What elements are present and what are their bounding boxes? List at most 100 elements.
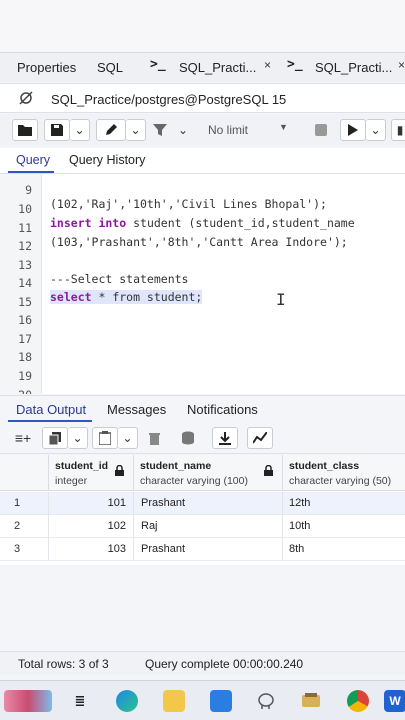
- file-explorer-icon[interactable]: [163, 690, 185, 712]
- word-icon[interactable]: W: [384, 690, 405, 712]
- cell-separator: [282, 538, 283, 561]
- code-line: 18: [0, 336, 405, 364]
- code-line: 9 (102,'Raj','10th','Civil Lines Bhopal'…: [0, 174, 405, 211]
- execute-button[interactable]: [340, 119, 366, 141]
- task-view-icon[interactable]: ≣: [69, 690, 91, 712]
- code-line: 20: [0, 374, 405, 394]
- column-header[interactable]: student_id: [55, 460, 108, 472]
- total-rows: Total rows: 3 of 3: [18, 657, 109, 671]
- store-icon[interactable]: [210, 690, 232, 712]
- code-line: 13 ---Select statements: [0, 244, 405, 286]
- tab-properties[interactable]: Properties: [17, 60, 76, 75]
- code-line: 17: [0, 318, 405, 346]
- close-icon[interactable]: ×: [264, 58, 271, 72]
- pgadmin-window: Properties SQL >_ SQL_Practi... × >_ SQL…: [0, 0, 405, 720]
- tab-query-1[interactable]: SQL_Practi...: [179, 60, 256, 75]
- chevron-down-icon: ⌄: [130, 123, 141, 137]
- tab-data-output[interactable]: Data Output: [16, 402, 86, 417]
- copy-icon: [49, 431, 61, 445]
- connection-label[interactable]: SQL_Practice/postgres@PostgreSQL 15: [51, 92, 286, 107]
- tab-sql[interactable]: SQL: [97, 60, 123, 75]
- grid-header: student_id integer student_name characte…: [0, 455, 405, 491]
- query-status: Query complete 00:00:00.240: [145, 657, 304, 671]
- close-icon[interactable]: ×: [398, 58, 405, 72]
- row-index: 2: [14, 520, 21, 532]
- tab-query-history[interactable]: Query History: [69, 153, 145, 167]
- code-line: 11 (103,'Prashant','8th','Cantt Area Ind…: [0, 207, 405, 249]
- chevron-down-icon: ⌄: [122, 431, 133, 445]
- pencil-icon: [106, 124, 117, 135]
- tab-notifications[interactable]: Notifications: [187, 402, 258, 417]
- row-index: 3: [14, 543, 21, 555]
- query-tool-icon: >_: [150, 57, 166, 72]
- open-file-button[interactable]: [12, 119, 38, 141]
- stop-icon: [315, 124, 327, 136]
- edge-browser-icon[interactable]: [116, 690, 138, 712]
- cell-student-id[interactable]: 103: [50, 543, 126, 555]
- connection-status-icon[interactable]: [18, 90, 34, 109]
- paste-button[interactable]: [92, 427, 118, 449]
- cell-separator: [133, 492, 134, 515]
- cell-separator: [48, 538, 49, 561]
- cell-separator: [282, 492, 283, 515]
- cell-student-name[interactable]: Prashant: [141, 497, 185, 509]
- chevron-down-icon: ⌄: [370, 123, 381, 137]
- chrome-icon[interactable]: [347, 690, 369, 712]
- table-row[interactable]: 1 101 Prashant 12th: [0, 492, 405, 515]
- row-index: 1: [14, 497, 21, 509]
- code-line: 14 select * from student;: [0, 262, 405, 304]
- tab-messages[interactable]: Messages: [107, 402, 166, 417]
- query-tabs: Query Query History: [0, 148, 405, 174]
- column-header[interactable]: student_name: [140, 460, 211, 472]
- download-button[interactable]: [212, 427, 238, 449]
- table-row[interactable]: 2 102 Raj 10th: [0, 515, 405, 538]
- filter-button[interactable]: [148, 119, 172, 141]
- sql-editor[interactable]: 9 (102,'Raj','10th','Civil Lines Bhopal'…: [0, 174, 405, 394]
- column-separator: [48, 455, 49, 491]
- edit-button[interactable]: [96, 119, 126, 141]
- save-button[interactable]: [44, 119, 70, 141]
- cell-student-class[interactable]: 10th: [289, 520, 310, 532]
- filter-dropdown-button[interactable]: ⌄: [173, 119, 193, 141]
- copy-button[interactable]: [42, 427, 68, 449]
- pgadmin-elephant-icon[interactable]: [255, 690, 277, 712]
- save-dropdown-button[interactable]: ⌄: [70, 119, 90, 141]
- stop-button[interactable]: [310, 119, 332, 141]
- status-bar: Total rows: 3 of 3 Query complete 00:00:…: [0, 651, 405, 675]
- execute-dropdown-button[interactable]: ⌄: [366, 119, 386, 141]
- column-header[interactable]: student_class: [289, 460, 359, 472]
- explain-button[interactable]: ▮: [391, 119, 405, 141]
- cell-student-id[interactable]: 102: [50, 520, 126, 532]
- text-cursor-icon: I: [276, 290, 286, 309]
- tab-query[interactable]: Query: [16, 153, 50, 167]
- save-data-button[interactable]: [176, 427, 200, 449]
- active-tab-indicator: [8, 171, 54, 173]
- cell-student-class[interactable]: 12th: [289, 497, 310, 509]
- lock-icon: [264, 464, 273, 479]
- play-icon: [348, 124, 358, 136]
- save-data-icon: [182, 431, 194, 445]
- pgadmin-active-icon[interactable]: [300, 690, 322, 712]
- column-type: integer: [55, 475, 88, 487]
- edit-dropdown-button[interactable]: ⌄: [126, 119, 146, 141]
- cell-separator: [133, 515, 134, 538]
- code-line: 10 insert into student (student_id,stude…: [0, 188, 405, 230]
- cell-student-name[interactable]: Raj: [141, 520, 158, 532]
- tab-query-2[interactable]: SQL_Practi...: [315, 60, 392, 75]
- graph-button[interactable]: [247, 427, 273, 449]
- row-limit-select[interactable]: No limit ▼: [199, 119, 297, 141]
- output-tabs: Data Output Messages Notifications: [0, 395, 405, 422]
- cell-student-name[interactable]: Prashant: [141, 543, 185, 555]
- chevron-down-icon: ⌄: [177, 123, 189, 137]
- line-number: 20: [0, 388, 32, 394]
- filter-icon: [153, 124, 167, 136]
- delete-row-button[interactable]: [144, 427, 164, 449]
- table-row[interactable]: 3 103 Prashant 8th: [0, 538, 405, 561]
- copy-dropdown-button[interactable]: ⌄: [68, 427, 88, 449]
- brain-app-icon[interactable]: [4, 690, 52, 712]
- paste-dropdown-button[interactable]: ⌄: [118, 427, 138, 449]
- add-row-button[interactable]: ≡+: [10, 427, 36, 449]
- cell-student-id[interactable]: 101: [50, 497, 126, 509]
- cell-student-class[interactable]: 8th: [289, 543, 304, 555]
- add-row-icon: ≡+: [14, 430, 32, 446]
